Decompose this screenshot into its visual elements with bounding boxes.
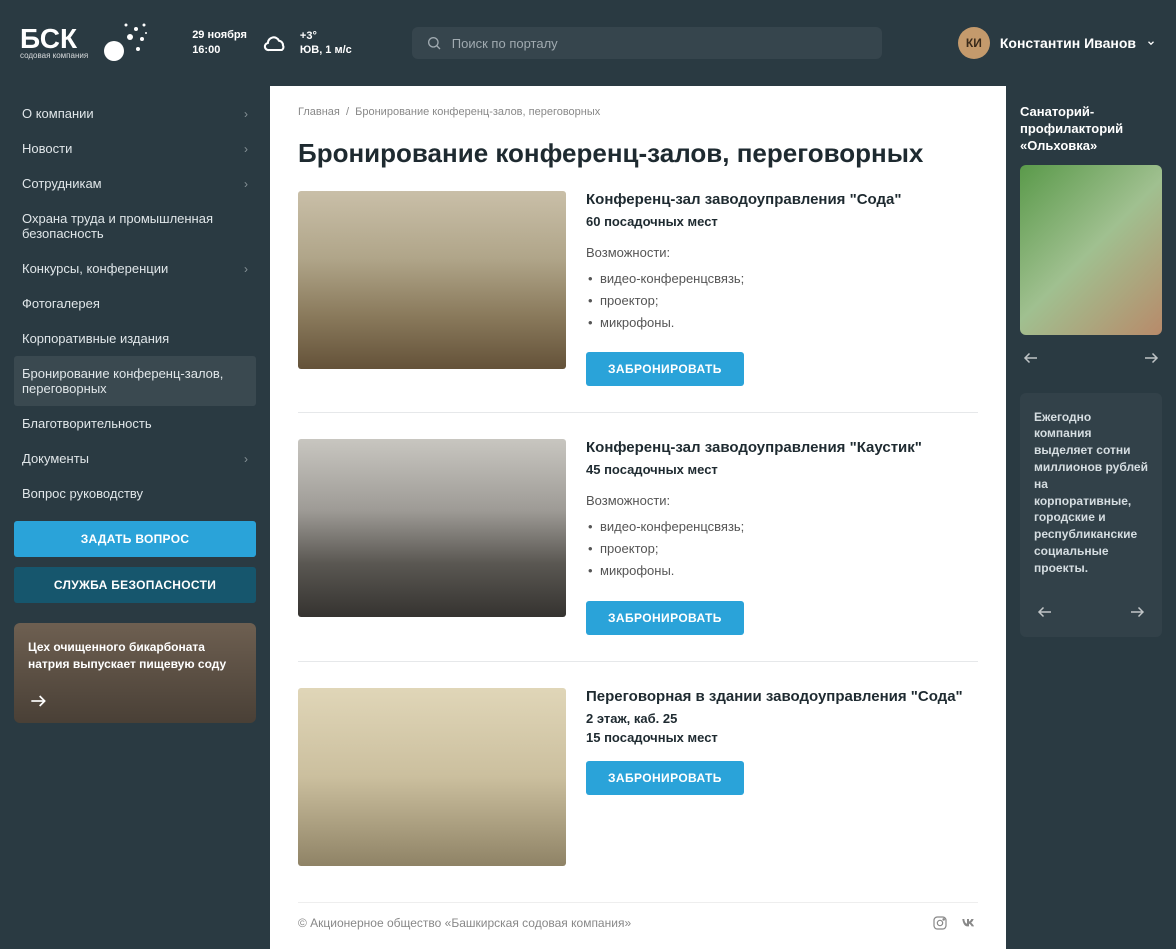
- ask-question-button[interactable]: ЗАДАТЬ ВОПРОС: [14, 521, 256, 557]
- room-feature: видео-конференцсвязь;: [586, 268, 902, 290]
- widget-image[interactable]: [1020, 165, 1162, 335]
- carousel-prev-button[interactable]: [1020, 347, 1042, 369]
- room-info: Переговорная в здании заводоуправления "…: [586, 688, 963, 866]
- sidebar-item-label: Вопрос руководству: [22, 486, 248, 501]
- vk-icon[interactable]: [960, 915, 978, 931]
- room-image[interactable]: [298, 688, 566, 866]
- sidebar-item-label: О компании: [22, 106, 244, 121]
- copyright: © Акционерное общество «Башкирская содов…: [298, 916, 631, 930]
- right-rail: Санаторий-профилакторий «Ольховка» Ежего…: [1006, 86, 1176, 949]
- sidebar-item-label: Охрана труда и промышленная безопасность: [22, 211, 248, 241]
- sidebar-item[interactable]: Охрана труда и промышленная безопасность: [14, 201, 256, 251]
- search-input[interactable]: [452, 36, 868, 51]
- sidebar-item[interactable]: О компании›: [14, 96, 256, 131]
- room-feature: микрофоны.: [586, 312, 902, 334]
- logo-text: БСК: [20, 26, 88, 51]
- sidebar-item-label: Конкурсы, конференции: [22, 261, 244, 276]
- sidebar-item[interactable]: Корпоративные издания: [14, 321, 256, 356]
- sidebar-item[interactable]: Документы›: [14, 441, 256, 476]
- room-features-label: Возможности:: [586, 493, 922, 508]
- promo-text: Цех очищенного бикарбоната натрия выпуск…: [28, 639, 242, 673]
- avatar: КИ: [958, 27, 990, 59]
- chevron-right-icon: ›: [244, 177, 248, 191]
- top-header: БСК содовая компания 29 ноября 16:00 +3°…: [0, 0, 1176, 86]
- logo[interactable]: БСК содовая компания: [20, 15, 152, 71]
- sidebar-item[interactable]: Конкурсы, конференции›: [14, 251, 256, 286]
- sidebar-item-label: Корпоративные издания: [22, 331, 248, 346]
- logo-subtitle: содовая компания: [20, 51, 88, 60]
- weather: +3° ЮВ, 1 м/с: [262, 29, 352, 58]
- widget-fact-text: Ежегодно компания выделяет сотни миллион…: [1034, 409, 1148, 577]
- room-image[interactable]: [298, 191, 566, 369]
- room-features-label: Возможности:: [586, 245, 902, 260]
- promo-card[interactable]: Цех очищенного бикарбоната натрия выпуск…: [14, 623, 256, 723]
- search-icon: [426, 35, 442, 51]
- breadcrumb-home[interactable]: Главная: [298, 106, 340, 118]
- room-feature: микрофоны.: [586, 560, 922, 582]
- sidebar-item[interactable]: Фотогалерея: [14, 286, 256, 321]
- user-menu[interactable]: КИ Константин Иванов: [958, 27, 1156, 59]
- room-features-list: видео-конференцсвязь;проектор;микрофоны.: [586, 268, 902, 334]
- sidebar-item[interactable]: Благотворительность: [14, 406, 256, 441]
- room-capacity: 60 посадочных мест: [586, 214, 902, 229]
- sidebar-item-label: Документы: [22, 451, 244, 466]
- chevron-right-icon: ›: [244, 107, 248, 121]
- sidebar-item-label: Бронирование конференц-залов, переговорн…: [22, 366, 248, 396]
- instagram-icon[interactable]: [932, 915, 948, 931]
- room-card: Переговорная в здании заводоуправления "…: [298, 688, 978, 892]
- breadcrumb: Главная / Бронирование конференц-залов, …: [298, 106, 978, 118]
- footer: © Акционерное общество «Башкирская содов…: [298, 902, 978, 931]
- security-service-button[interactable]: СЛУЖБА БЕЗОПАСНОСТИ: [14, 567, 256, 603]
- room-title: Переговорная в здании заводоуправления "…: [586, 688, 963, 705]
- room-capacity: 15 посадочных мест: [586, 730, 963, 745]
- date-time: 29 ноября 16:00: [192, 28, 247, 59]
- book-button[interactable]: ЗАБРОНИРОВАТЬ: [586, 761, 744, 795]
- room-feature: видео-конференцсвязь;: [586, 516, 922, 538]
- room-info: Конференц-зал заводоуправления "Сода" 60 …: [586, 191, 902, 386]
- room-title: Конференц-зал заводоуправления "Каустик": [586, 439, 922, 456]
- sidebar-item-label: Фотогалерея: [22, 296, 248, 311]
- room-feature: проектор;: [586, 538, 922, 560]
- book-button[interactable]: ЗАБРОНИРОВАТЬ: [586, 352, 744, 386]
- arrow-right-icon: [28, 691, 48, 711]
- sidebar-item[interactable]: Бронирование конференц-залов, переговорн…: [14, 356, 256, 406]
- carousel-prev-button[interactable]: [1034, 601, 1056, 623]
- search-bar[interactable]: [412, 27, 882, 59]
- page-title: Бронирование конференц-залов, переговорн…: [298, 138, 978, 169]
- sidebar-item[interactable]: Вопрос руководству: [14, 476, 256, 511]
- sidebar-item-label: Благотворительность: [22, 416, 248, 431]
- carousel-next-button[interactable]: [1140, 347, 1162, 369]
- cloud-icon: [262, 29, 290, 57]
- widget-fact: Ежегодно компания выделяет сотни миллион…: [1020, 393, 1162, 637]
- chevron-down-icon: [1146, 38, 1156, 48]
- room-location: 2 этаж, каб. 25: [586, 711, 963, 726]
- room-feature: проектор;: [586, 290, 902, 312]
- room-features-list: видео-конференцсвязь;проектор;микрофоны.: [586, 516, 922, 582]
- logo-splash-icon: [96, 15, 152, 71]
- room-info: Конференц-зал заводоуправления "Каустик"…: [586, 439, 922, 634]
- sidebar-item-label: Новости: [22, 141, 244, 156]
- book-button[interactable]: ЗАБРОНИРОВАТЬ: [586, 601, 744, 635]
- widget-title: Санаторий-профилакторий «Ольховка»: [1020, 104, 1162, 155]
- sidebar-item[interactable]: Сотрудникам›: [14, 166, 256, 201]
- room-image[interactable]: [298, 439, 566, 617]
- user-name: Константин Иванов: [1000, 35, 1136, 51]
- main-content: Главная / Бронирование конференц-залов, …: [270, 86, 1006, 949]
- sidebar-item-label: Сотрудникам: [22, 176, 244, 191]
- room-capacity: 45 посадочных мест: [586, 462, 922, 477]
- carousel-next-button[interactable]: [1126, 601, 1148, 623]
- room-card: Конференц-зал заводоуправления "Сода" 60 …: [298, 191, 978, 413]
- room-title: Конференц-зал заводоуправления "Сода": [586, 191, 902, 208]
- sidebar-item[interactable]: Новости›: [14, 131, 256, 166]
- widget-sanatorium: Санаторий-профилакторий «Ольховка»: [1020, 104, 1162, 369]
- sidebar: О компании›Новости›Сотрудникам›Охрана тр…: [0, 86, 270, 949]
- chevron-right-icon: ›: [244, 262, 248, 276]
- chevron-right-icon: ›: [244, 142, 248, 156]
- breadcrumb-current: Бронирование конференц-залов, переговорн…: [355, 106, 600, 118]
- room-card: Конференц-зал заводоуправления "Каустик"…: [298, 439, 978, 661]
- chevron-right-icon: ›: [244, 452, 248, 466]
